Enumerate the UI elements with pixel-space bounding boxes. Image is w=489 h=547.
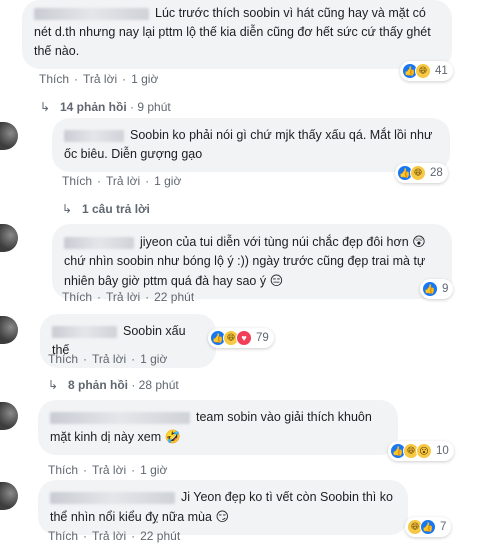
commenter-name-blurred[interactable] bbox=[52, 325, 117, 338]
comment-actions: Thích · Trả lời · 1 giờ bbox=[48, 463, 168, 477]
view-replies-link[interactable]: ↳ 14 phản hồi · 9 phút bbox=[40, 100, 171, 114]
commenter-name-blurred[interactable] bbox=[50, 411, 190, 424]
avatar[interactable] bbox=[0, 402, 18, 430]
reaction-summary[interactable]: 👍 😆 41 bbox=[400, 61, 453, 81]
reaction-count: 41 bbox=[435, 65, 448, 77]
like-link[interactable]: Thích bbox=[48, 463, 78, 477]
reaction-summary[interactable]: 👍 😆 28 bbox=[395, 163, 448, 183]
reaction-summary[interactable]: 👍 😆 ♥ 79 bbox=[208, 328, 274, 348]
thumbs-up-icon: 👍 bbox=[420, 519, 436, 535]
expressionless-emoji: 😑 bbox=[269, 273, 284, 288]
thumbs-up-icon: 👍 bbox=[422, 281, 438, 297]
comment-text: jiyeon của tui diễn với tùng núi chắc đẹ… bbox=[140, 235, 409, 249]
reaction-count: 28 bbox=[430, 167, 443, 179]
avatar[interactable] bbox=[0, 482, 18, 510]
replies-time: 9 phút bbox=[137, 100, 171, 114]
comment-actions: Thích · Trả lời · 22 phút bbox=[62, 290, 195, 304]
reply-arrow-icon: ↳ bbox=[62, 202, 73, 216]
reply-arrow-icon: ↳ bbox=[40, 100, 51, 114]
reaction-count: 10 bbox=[436, 445, 449, 457]
reaction-count: 79 bbox=[256, 332, 269, 344]
avatar[interactable] bbox=[0, 122, 18, 150]
avatar[interactable] bbox=[0, 316, 18, 344]
reaction-summary[interactable]: 👍 9 bbox=[420, 279, 454, 299]
comment-bubble: Ji Yeon đẹp ko tì vết còn Soobin thì ko … bbox=[38, 480, 408, 535]
like-link[interactable]: Thích bbox=[62, 174, 92, 188]
comment-bubble: team sobin vào giải thích khuôn mặt kinh… bbox=[38, 400, 398, 455]
replies-time: 28 phút bbox=[138, 378, 179, 392]
like-link[interactable]: Thích bbox=[48, 529, 78, 543]
comment-bubble: Soobin ko phải nói gì chứ mjk thấy xấu q… bbox=[52, 118, 450, 172]
comment-bubble: jiyeon của tui diễn với tùng núi chắc đẹ… bbox=[52, 224, 452, 299]
view-replies-link[interactable]: ↳ 1 câu trả lời bbox=[62, 202, 150, 216]
comment-time[interactable]: 22 phút bbox=[140, 529, 180, 543]
comment-bubble: Lúc trước thích soobin vì hát cũng hay v… bbox=[22, 0, 452, 69]
laughing-face-icon: 😆 bbox=[410, 165, 426, 181]
heart-icon: ♥ bbox=[236, 330, 252, 346]
commenter-name-blurred[interactable] bbox=[64, 129, 124, 142]
comment-time[interactable]: 1 giờ bbox=[140, 463, 167, 477]
comment-actions: Thích · Trả lời · 1 giờ bbox=[39, 72, 159, 86]
reaction-summary[interactable]: 👍 😆 😮 10 bbox=[388, 441, 454, 461]
smirk-emoji: 😏 bbox=[215, 509, 229, 524]
comment-time[interactable]: 22 phút bbox=[154, 290, 194, 304]
comment-actions: Thích · Trả lời · 22 phút bbox=[48, 529, 181, 543]
like-link[interactable]: Thích bbox=[39, 72, 69, 86]
comment-actions: Thích · Trả lời · 1 giờ bbox=[48, 352, 168, 366]
reply-link[interactable]: Trả lời bbox=[92, 463, 126, 477]
reply-link[interactable]: Trả lời bbox=[92, 529, 126, 543]
reaction-summary[interactable]: 😆 👍 7 bbox=[405, 517, 452, 537]
commenter-name-blurred[interactable] bbox=[64, 236, 134, 249]
commenter-name-blurred[interactable] bbox=[50, 491, 175, 504]
reply-link[interactable]: Trả lời bbox=[106, 290, 140, 304]
surprised-face-icon: 😮 bbox=[416, 443, 432, 459]
commenter-name-blurred[interactable] bbox=[34, 7, 149, 20]
laughing-face-icon: 😆 bbox=[415, 63, 431, 79]
like-link[interactable]: Thích bbox=[62, 290, 92, 304]
reaction-count: 9 bbox=[442, 283, 449, 295]
reply-arrow-icon: ↳ bbox=[48, 378, 59, 392]
comment-text-continued: chứ nhìn soobin như bóng lộ ý :)) ngày t… bbox=[64, 254, 426, 288]
rofl-emoji: 🤣 bbox=[164, 429, 181, 444]
reply-link[interactable]: Trả lời bbox=[92, 352, 126, 366]
comment-time[interactable]: 1 giờ bbox=[131, 72, 158, 86]
comment-time[interactable]: 1 giờ bbox=[154, 174, 181, 188]
astonished-emoji: 😲 bbox=[412, 234, 426, 249]
reply-link[interactable]: Trả lời bbox=[83, 72, 117, 86]
view-replies-link[interactable]: ↳ 8 phản hồi · 28 phút bbox=[48, 378, 179, 392]
comment-time[interactable]: 1 giờ bbox=[140, 352, 167, 366]
like-link[interactable]: Thích bbox=[48, 352, 78, 366]
avatar[interactable] bbox=[0, 224, 18, 252]
comment-actions: Thích · Trả lời · 1 giờ bbox=[62, 174, 182, 188]
reply-link[interactable]: Trả lời bbox=[106, 174, 140, 188]
reaction-count: 7 bbox=[440, 521, 447, 533]
